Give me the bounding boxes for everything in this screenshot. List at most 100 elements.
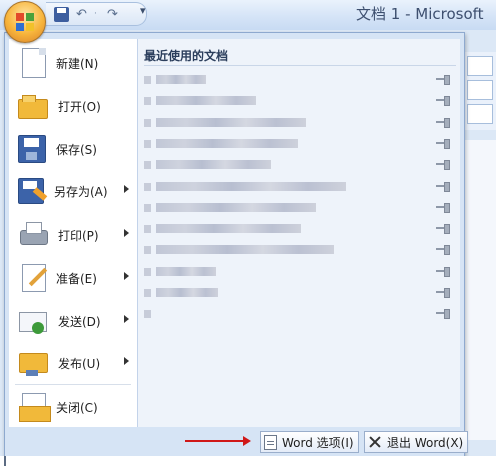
pushpin-icon[interactable] xyxy=(436,160,450,171)
title-bar: ↶ · ↷ ▾ 文档 1 - Microsoft xyxy=(0,0,496,43)
recent-document-name xyxy=(156,181,346,191)
pushpin-icon[interactable] xyxy=(436,117,450,128)
pushpin-icon[interactable] xyxy=(436,224,450,235)
recent-document-item[interactable] xyxy=(142,134,458,154)
recent-document-item[interactable] xyxy=(142,113,458,133)
redo-icon[interactable]: ↷ xyxy=(105,7,120,22)
menu-item-publish[interactable]: 发布(U) xyxy=(9,343,137,383)
recent-document-name xyxy=(156,202,316,212)
recent-document-name xyxy=(156,75,206,84)
document-icon xyxy=(144,225,151,234)
office-button[interactable] xyxy=(4,1,46,43)
menu-item-open[interactable]: 打开(O) xyxy=(9,86,137,126)
document-icon xyxy=(144,76,151,84)
recent-document-item[interactable] xyxy=(142,155,458,175)
close-document-icon xyxy=(19,393,51,422)
document-icon xyxy=(144,203,151,212)
pushpin-icon[interactable] xyxy=(436,245,450,256)
recent-document-item[interactable] xyxy=(142,198,458,218)
menu-item-label: 新建(N) xyxy=(56,56,99,71)
pushpin-icon[interactable] xyxy=(436,75,450,85)
submenu-arrow-icon xyxy=(124,229,129,237)
menu-bottom-bar: Word 选项(I) 退出 Word(X) xyxy=(9,430,469,454)
recent-document-name xyxy=(156,117,306,127)
recent-document-name xyxy=(156,96,256,106)
send-icon xyxy=(18,306,48,336)
document-icon xyxy=(144,161,151,170)
menu-commands: 新建(N) 打开(O) 保存(S) 另存为(A) 打印(P) 准备(E) 发送(D) 发布(U… xyxy=(9,39,138,427)
pushpin-icon[interactable] xyxy=(436,309,450,320)
pushpin-icon[interactable] xyxy=(436,288,450,298)
recent-document-name xyxy=(156,288,218,297)
recent-document-item[interactable] xyxy=(142,70,458,90)
open-folder-icon xyxy=(18,91,48,121)
new-document-icon xyxy=(22,48,46,78)
recent-document-item[interactable] xyxy=(142,304,458,324)
office-menu: 新建(N) 打开(O) 保存(S) 另存为(A) 打印(P) 准备(E) 发送(D) 发布(U… xyxy=(4,32,469,458)
pushpin-icon[interactable] xyxy=(436,181,450,192)
pushpin-icon[interactable] xyxy=(436,266,450,277)
save-as-icon xyxy=(18,178,44,204)
menu-item-label: 保存(S) xyxy=(56,142,97,157)
menu-item-label: 发布(U) xyxy=(58,356,101,371)
recent-documents-pane: 最近使用的文档 xyxy=(138,39,460,427)
quick-access-toolbar: ↶ · ↷ xyxy=(46,2,147,26)
menu-item-label: 打印(P) xyxy=(58,228,99,243)
document-icon xyxy=(144,267,151,276)
undo-icon[interactable]: ↶ xyxy=(74,7,89,22)
document-icon xyxy=(144,246,151,255)
divider xyxy=(144,65,456,66)
menu-separator xyxy=(15,384,131,385)
menu-item-send[interactable]: 发送(D) xyxy=(9,301,137,341)
menu-item-label: 打开(O) xyxy=(58,99,101,114)
document-icon xyxy=(144,182,151,191)
menu-item-label: 准备(E) xyxy=(56,271,97,286)
menu-item-close[interactable]: 关闭(C) xyxy=(9,387,137,427)
document-icon xyxy=(144,139,151,148)
recent-document-item[interactable] xyxy=(142,262,458,282)
exit-word-button[interactable]: 退出 Word(X) xyxy=(364,431,469,453)
menu-item-prepare[interactable]: 准备(E) xyxy=(9,258,137,298)
office-logo-icon xyxy=(16,13,34,31)
prepare-document-icon xyxy=(22,264,46,292)
pushpin-icon[interactable] xyxy=(436,96,450,107)
menu-item-print[interactable]: 打印(P) xyxy=(9,215,137,255)
document-icon xyxy=(144,118,151,127)
recent-document-item[interactable] xyxy=(142,283,458,303)
menu-item-label: 关闭(C) xyxy=(56,400,98,415)
save-icon[interactable] xyxy=(54,6,69,22)
annotation-arrow-head xyxy=(243,436,251,446)
submenu-arrow-icon xyxy=(124,357,129,365)
submenu-arrow-icon xyxy=(124,272,129,280)
exit-word-label: 退出 Word(X) xyxy=(387,435,464,450)
document-page xyxy=(465,140,496,440)
close-icon xyxy=(368,435,382,449)
recent-document-item[interactable] xyxy=(142,177,458,197)
recent-document-name xyxy=(156,224,301,234)
recent-document-item[interactable] xyxy=(142,219,458,239)
word-options-label: Word 选项(I) xyxy=(282,435,354,450)
printer-icon xyxy=(18,220,48,250)
recent-document-item[interactable] xyxy=(142,240,458,260)
recent-document-name xyxy=(156,160,271,170)
menu-item-label: 另存为(A) xyxy=(54,184,108,199)
submenu-arrow-icon xyxy=(124,315,129,323)
pushpin-icon[interactable] xyxy=(436,138,450,149)
word-options-button[interactable]: Word 选项(I) xyxy=(260,431,359,453)
recent-document-item[interactable] xyxy=(142,91,458,111)
status-edge xyxy=(0,456,496,467)
pushpin-icon[interactable] xyxy=(436,202,450,213)
menu-item-new[interactable]: 新建(N) xyxy=(9,43,137,83)
ribbon-peek xyxy=(462,52,496,130)
menu-item-saveas[interactable]: 另存为(A) xyxy=(9,171,137,211)
publish-icon xyxy=(18,348,48,378)
document-icon xyxy=(144,289,151,297)
menu-item-save[interactable]: 保存(S) xyxy=(9,129,137,169)
customize-qat-icon[interactable]: ▾ xyxy=(140,4,146,17)
document-icon xyxy=(144,97,151,106)
window-title: 文档 1 - Microsoft xyxy=(356,5,484,23)
submenu-arrow-icon xyxy=(124,185,129,193)
recent-document-name xyxy=(156,266,216,276)
recent-document-name xyxy=(156,138,298,148)
menu-item-label: 发送(D) xyxy=(58,314,101,329)
